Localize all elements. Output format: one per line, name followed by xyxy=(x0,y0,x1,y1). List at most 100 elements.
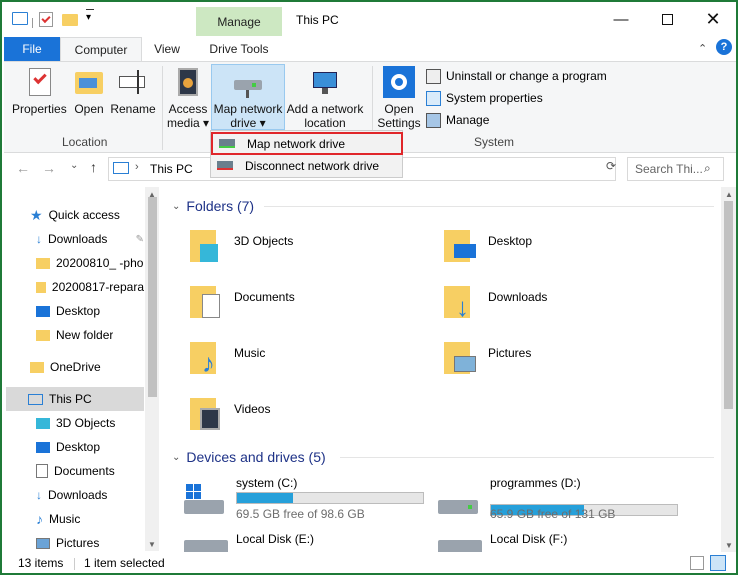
documents-folder-icon xyxy=(188,280,226,324)
nav-label: Music xyxy=(49,512,81,526)
rename-icon xyxy=(117,66,149,98)
nav-item-pictures[interactable]: Pictures xyxy=(36,532,99,554)
up-icon[interactable]: ↑ xyxy=(90,159,97,175)
drive-usage-bar xyxy=(236,492,424,504)
back-icon[interactable]: ← xyxy=(16,160,30,176)
desktop-folder-icon xyxy=(442,224,480,268)
drive-name[interactable]: Local Disk (E:) xyxy=(236,532,314,546)
details-view-icon[interactable] xyxy=(690,556,704,570)
close-button[interactable]: ✕ xyxy=(690,2,736,36)
folder-label: Music xyxy=(234,346,266,360)
refresh-icon[interactable]: ⟳ xyxy=(606,159,616,173)
large-icons-view-icon[interactable] xyxy=(710,555,726,571)
tab-drive-tools[interactable]: Drive Tools xyxy=(198,37,280,61)
manage-label: Manage xyxy=(446,113,490,127)
nav-item-folder[interactable]: 20200817-repara xyxy=(36,276,144,298)
context-tab-label: Manage xyxy=(217,15,261,29)
3d-objects-folder-icon xyxy=(188,224,226,268)
uninstall-program-button[interactable]: Uninstall or change a program xyxy=(426,66,607,86)
tab-view[interactable]: View xyxy=(144,37,190,61)
nav-item-desktop[interactable]: Desktop xyxy=(36,300,100,322)
drive-name[interactable]: programmes (D:) xyxy=(490,476,581,490)
nav-quick-access[interactable]: ★ Quick access xyxy=(30,204,120,226)
chevron-up-icon[interactable]: ⌃ xyxy=(698,42,707,55)
nav-item-downloads[interactable]: ↓ Downloads ✎ xyxy=(36,228,144,250)
maximize-button[interactable] xyxy=(644,2,690,36)
add-network-location-button[interactable]: Add a network location xyxy=(286,66,364,130)
menu-item-map-network-drive[interactable]: Map network drive xyxy=(211,132,403,155)
help-icon[interactable]: ? xyxy=(716,39,732,55)
new-folder-quick-icon[interactable] xyxy=(62,14,78,26)
network-location-icon xyxy=(309,66,341,98)
location-group-label: Location xyxy=(62,135,108,149)
drive-free-space: 65.9 GB free of 131 GB xyxy=(490,507,616,521)
recent-locations-icon[interactable]: ⌄ xyxy=(70,160,78,171)
selection-count: 1 item selected xyxy=(84,556,165,570)
drive-name[interactable]: Local Disk (F:) xyxy=(490,532,567,546)
downloads-folder-icon: ↓ xyxy=(442,280,480,324)
chevron-down-icon: ⌄ xyxy=(172,451,181,463)
system-group-label: System xyxy=(474,135,515,149)
manage-button[interactable]: Manage xyxy=(426,110,489,130)
content-scroll-thumb[interactable] xyxy=(724,201,733,409)
breadcrumb-chevron-icon: › xyxy=(135,161,139,173)
content-scrollbar[interactable]: ▲ ▼ xyxy=(721,187,736,552)
folder-item-downloads[interactable]: ↓ Downloads xyxy=(442,280,547,336)
nav-item-folder[interactable]: 20200810_ -pho xyxy=(36,252,144,274)
nav-label: Desktop xyxy=(56,440,101,454)
nav-item-downloads[interactable]: ↓ Downloads xyxy=(36,484,107,506)
breadcrumb[interactable]: This PC xyxy=(150,162,193,176)
properties-label: Properties xyxy=(12,102,67,116)
customize-qat-icon[interactable]: ▾ xyxy=(86,12,91,23)
nav-item-music[interactable]: ♪ Music xyxy=(36,508,80,530)
nav-item-new-folder[interactable]: New folder xyxy=(36,324,113,346)
map-drive-icon xyxy=(219,139,235,148)
system-properties-icon xyxy=(426,90,441,106)
system-properties-button[interactable]: System properties xyxy=(426,88,543,108)
folder-icon xyxy=(36,257,50,269)
folder-item-3d-objects[interactable]: 3D Objects xyxy=(188,224,293,280)
disconnect-network-drive-label: Disconnect network drive xyxy=(245,158,380,173)
nav-scrollbar[interactable]: ▲ ▼ xyxy=(145,187,159,551)
nav-this-pc[interactable]: This PC xyxy=(28,388,92,410)
rename-button[interactable]: Rename xyxy=(110,66,156,116)
properties-icon xyxy=(23,66,55,98)
nav-label: New folder xyxy=(56,328,114,342)
computer-icon xyxy=(28,393,43,405)
folder-item-videos[interactable]: Videos xyxy=(188,392,270,448)
computer-icon xyxy=(113,162,129,174)
nav-item-desktop[interactable]: Desktop xyxy=(36,436,100,458)
open-button[interactable]: Open xyxy=(70,66,108,116)
folder-item-pictures[interactable]: Pictures xyxy=(442,336,531,392)
folder-item-desktop[interactable]: Desktop xyxy=(442,224,532,280)
drive-name[interactable]: system (C:) xyxy=(236,476,297,490)
folder-label: Videos xyxy=(234,402,271,416)
nav-onedrive[interactable]: OneDrive xyxy=(30,356,101,378)
folder-label: 3D Objects xyxy=(234,234,294,248)
nav-label: Downloads xyxy=(48,232,108,246)
section-divider xyxy=(264,206,714,207)
drives-section-header[interactable]: ⌄ Devices and drives (5) xyxy=(172,449,326,465)
access-media-button[interactable]: Access media ▾ xyxy=(166,66,210,130)
nav-scroll-thumb[interactable] xyxy=(148,197,157,397)
tab-computer[interactable]: Computer xyxy=(60,37,142,61)
folder-item-music[interactable]: ♪ Music xyxy=(188,336,265,392)
folder-label: Documents xyxy=(234,290,295,304)
tab-file[interactable]: File xyxy=(4,37,60,61)
folder-icon xyxy=(30,361,44,373)
open-settings-button[interactable]: Open Settings xyxy=(376,66,422,130)
nav-label: Desktop xyxy=(56,304,101,318)
network-drive-icon xyxy=(232,66,264,98)
nav-item-3d-objects[interactable]: 3D Objects xyxy=(36,412,115,434)
folder-item-documents[interactable]: Documents xyxy=(188,280,295,336)
nav-item-documents[interactable]: Documents xyxy=(36,460,115,482)
folders-section-header[interactable]: ⌄ Folders (7) xyxy=(172,198,254,214)
properties-button[interactable]: Properties xyxy=(12,66,67,116)
forward-icon[interactable]: → xyxy=(42,160,56,176)
map-network-drive-button[interactable]: Map network drive ▾ xyxy=(211,66,285,130)
menu-item-disconnect-network-drive[interactable]: Disconnect network drive xyxy=(211,155,403,176)
pin-icon[interactable]: ✎ xyxy=(136,234,144,245)
properties-quick-icon[interactable] xyxy=(39,12,53,27)
minimize-button[interactable]: — xyxy=(598,2,644,36)
chevron-down-icon: ⌄ xyxy=(172,200,181,212)
